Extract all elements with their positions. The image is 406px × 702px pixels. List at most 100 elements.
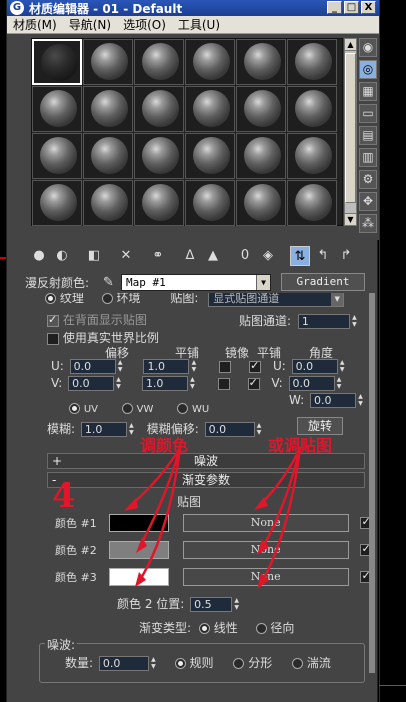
spinner-arrows-icon[interactable]: ▲ ▼ <box>116 359 125 374</box>
video-color-check-icon[interactable]: ▤ <box>359 126 377 145</box>
wu-radio[interactable] <box>177 403 189 414</box>
go-forward-sibling-icon[interactable]: ↱ <box>336 246 356 266</box>
color2-swatch[interactable] <box>108 541 169 559</box>
show-back-checkbox[interactable] <box>47 313 59 327</box>
sample-type-icon[interactable]: ◉ <box>359 38 377 57</box>
show-end-result-icon[interactable]: ⇅ <box>290 246 310 266</box>
radial-radio[interactable] <box>255 623 267 634</box>
sample-slot[interactable] <box>134 39 184 85</box>
u-tiling-spinner[interactable]: 1.0 ▲ ▼ <box>143 359 196 374</box>
sample-slot[interactable] <box>134 86 184 132</box>
spinner-arrows-icon[interactable]: ▲ ▼ <box>188 376 197 391</box>
get-material-icon[interactable]: ● <box>29 246 49 266</box>
color2-map-button[interactable]: None <box>182 541 349 559</box>
blur-offset-spinner[interactable]: 0.0 ▲ ▼ <box>204 422 261 437</box>
material-map-navigator-icon[interactable]: ⁂ <box>359 214 377 233</box>
spinner-arrows-icon[interactable]: ▲ ▼ <box>338 359 347 374</box>
dropdown-arrow-icon[interactable]: ▼ <box>331 293 344 306</box>
blur-spinner[interactable]: 1.0 ▲ ▼ <box>80 422 134 437</box>
minimize-button[interactable]: _ <box>327 1 342 14</box>
spinner-arrows-icon[interactable]: ▲ ▼ <box>189 359 198 374</box>
environment-radio[interactable] <box>101 293 113 304</box>
gradient-rollout-header[interactable]: - 渐变参数 <box>47 472 365 488</box>
sample-slot[interactable] <box>236 180 286 226</box>
sample-slot[interactable] <box>134 133 184 179</box>
mapping-dropdown[interactable]: 显式贴图通道 ▼ <box>208 293 345 307</box>
u-tile-checkbox[interactable] <box>249 359 262 373</box>
linear-radio[interactable] <box>198 623 210 634</box>
spinner-arrows-icon[interactable]: ▲ ▼ <box>149 656 158 671</box>
pick-material-icon[interactable]: ✎ <box>103 275 121 290</box>
scroll-down-arrow-icon[interactable]: ▼ <box>345 213 356 225</box>
menu-tools[interactable]: 工具(U) <box>172 16 226 33</box>
put-to-library-icon[interactable]: ▲ <box>203 246 223 266</box>
reset-map-icon[interactable]: ✕ <box>116 246 136 266</box>
menu-navigation[interactable]: 导航(N) <box>63 16 117 33</box>
spinner-arrows-icon[interactable]: ▲ ▼ <box>356 393 365 408</box>
sample-slot[interactable] <box>32 39 82 85</box>
maximize-button[interactable]: □ <box>344 1 359 14</box>
sample-slot[interactable] <box>83 133 133 179</box>
make-preview-icon[interactable]: ▥ <box>359 148 377 167</box>
color1-map-button[interactable]: None <box>182 514 349 532</box>
panel-scroll-thumb[interactable] <box>369 293 375 673</box>
select-by-material-icon[interactable]: ✥ <box>359 192 377 211</box>
sample-slot[interactable] <box>83 39 133 85</box>
go-to-parent-icon[interactable]: ↰ <box>313 246 333 266</box>
color3-map-button[interactable]: None <box>182 568 349 586</box>
sample-slot[interactable] <box>83 180 133 226</box>
material-id-channel-icon[interactable]: 0 <box>235 246 255 266</box>
make-unique-icon[interactable]: ᐃ <box>180 246 200 266</box>
dropdown-arrow-icon[interactable]: ▼ <box>256 274 270 290</box>
map-name-field[interactable]: Map #1 ▼ <box>121 273 271 291</box>
spinner-arrows-icon[interactable]: ▲ ▼ <box>127 422 136 437</box>
color2-map-checkbox[interactable] <box>360 542 369 556</box>
spinner-arrows-icon[interactable]: ▲ ▼ <box>255 422 264 437</box>
fractal-radio[interactable] <box>233 658 245 669</box>
sample-slot[interactable] <box>134 180 184 226</box>
sample-slot[interactable] <box>185 86 235 132</box>
color2-position-spinner[interactable]: 0.5 ▲ ▼ <box>190 597 239 612</box>
map-type-button[interactable]: Gradient <box>281 273 365 291</box>
sample-slot[interactable] <box>236 133 286 179</box>
spinner-arrows-icon[interactable]: ▲ ▼ <box>350 314 359 329</box>
sample-slot[interactable] <box>287 39 337 85</box>
menu-options[interactable]: 选项(O) <box>117 16 172 33</box>
options-icon[interactable]: ⚙ <box>359 170 377 189</box>
v-tiling-spinner[interactable]: 1.0 ▲ ▼ <box>141 376 195 391</box>
color3-swatch[interactable] <box>108 568 169 586</box>
color1-map-checkbox[interactable] <box>360 515 369 529</box>
sample-slot[interactable] <box>236 86 286 132</box>
panel-scrollbar[interactable] <box>369 293 375 673</box>
u-mirror-checkbox[interactable] <box>219 360 232 373</box>
copy-material-icon[interactable]: ⚭ <box>148 246 168 266</box>
color3-map-checkbox[interactable] <box>360 569 369 583</box>
sample-uv-tiling-icon[interactable]: ▭ <box>359 104 377 123</box>
title-bar[interactable]: G 材质编辑器 - 01 - Default _ □ X <box>7 0 379 16</box>
show-map-in-viewport-icon[interactable]: ◈ <box>258 246 278 266</box>
spinner-arrows-icon[interactable]: ▲ ▼ <box>232 597 241 612</box>
sample-slot[interactable] <box>32 133 82 179</box>
sample-slot[interactable] <box>287 86 337 132</box>
vw-radio[interactable] <box>121 403 133 414</box>
texture-radio[interactable] <box>45 293 56 304</box>
real-world-checkbox[interactable] <box>47 332 59 345</box>
slots-scrollbar[interactable]: ▲ ▼ <box>344 38 357 226</box>
sample-slot[interactable] <box>32 180 82 226</box>
menu-material[interactable]: 材质(M) <box>7 16 63 33</box>
sample-slot[interactable] <box>185 39 235 85</box>
u-angle-spinner[interactable]: 0.0 ▲ ▼ <box>291 359 344 374</box>
map-channel-spinner[interactable]: 1 ▲ ▼ <box>297 314 357 329</box>
sample-slot[interactable] <box>287 133 337 179</box>
sample-slot[interactable] <box>185 180 235 226</box>
put-to-scene-icon[interactable]: ◐ <box>52 246 72 266</box>
u-offset-spinner[interactable]: 0.0 ▲ ▼ <box>69 359 122 374</box>
turbulence-radio[interactable] <box>292 658 304 669</box>
v-mirror-checkbox[interactable] <box>217 377 230 390</box>
uv-radio[interactable] <box>69 403 80 414</box>
regular-radio[interactable] <box>174 658 186 669</box>
backlight-icon[interactable]: ◎ <box>359 60 377 79</box>
color1-swatch[interactable] <box>108 514 169 532</box>
scroll-thumb[interactable] <box>345 53 356 203</box>
sample-slot[interactable] <box>83 86 133 132</box>
